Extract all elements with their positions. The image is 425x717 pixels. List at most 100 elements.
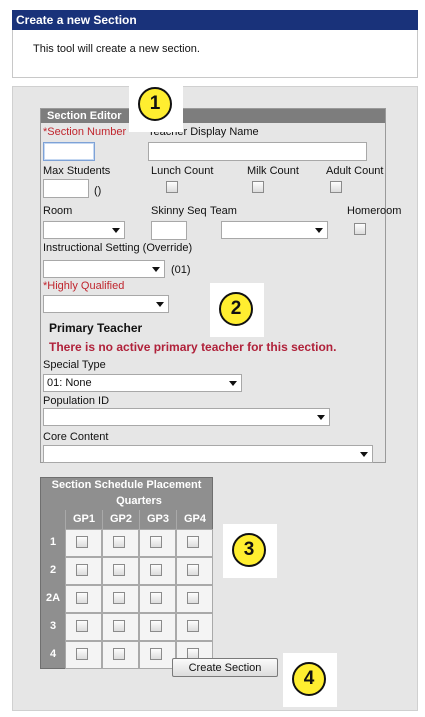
homeroom-checkbox[interactable] [354,223,366,235]
callout-1: 1 [129,78,183,132]
population-id-select[interactable] [43,408,330,426]
chevron-down-icon [152,267,160,272]
adult-count-label: Adult Count [326,165,384,177]
teacher-display-name-input[interactable] [148,142,367,161]
core-content-select[interactable] [43,445,373,463]
chevron-down-icon [112,228,120,233]
max-students-input[interactable] [43,179,89,198]
special-type-select[interactable]: 01: None [43,374,242,392]
lunch-count-checkbox[interactable] [166,181,178,193]
callout-3: 3 [223,524,277,578]
chevron-down-icon [156,302,164,307]
highly-qualified-label: *Highly Qualified [43,280,125,292]
schedule-cell[interactable] [65,613,102,641]
schedule-cell[interactable] [102,613,139,641]
skinny-seq-label: Skinny Seq [151,205,207,217]
schedule-cell[interactable] [65,557,102,585]
term-header-gp4: GP4 [176,510,213,529]
chevron-down-icon [317,415,325,420]
room-select[interactable] [43,221,125,239]
schedule-checkbox[interactable] [187,592,199,604]
team-select[interactable] [221,221,328,239]
schedule-cell[interactable] [176,557,213,585]
team-label: Team [210,205,237,217]
schedule-checkbox[interactable] [187,564,199,576]
period-label-4: 4 [49,648,57,660]
chevron-down-icon [360,452,368,457]
milk-count-label: Milk Count [247,165,299,177]
schedule-cell[interactable] [176,613,213,641]
schedule-checkbox[interactable] [150,620,162,632]
special-type-value: 01: None [47,377,92,389]
homeroom-label: Homeroom [347,205,402,217]
schedule-cell[interactable] [65,529,102,557]
schedule-checkbox[interactable] [76,564,88,576]
schedule-cell[interactable] [139,613,176,641]
schedule-checkbox[interactable] [150,564,162,576]
period-label-2a: 2A [45,592,61,604]
schedule-checkbox[interactable] [76,536,88,548]
chevron-down-icon [315,228,323,233]
schedule-cell[interactable] [139,529,176,557]
schedule-checkbox[interactable] [76,648,88,660]
no-primary-teacher-warning: There is no active primary teacher for t… [49,340,337,354]
skinny-seq-input[interactable] [151,221,187,240]
schedule-cell[interactable] [102,585,139,613]
schedule-checkbox[interactable] [150,592,162,604]
schedule-checkbox[interactable] [113,648,125,660]
section-number-input[interactable] [43,142,95,161]
schedule-cell[interactable] [102,557,139,585]
schedule-cell[interactable] [65,585,102,613]
schedule-checkbox[interactable] [187,536,199,548]
highly-qualified-select[interactable] [43,295,169,313]
page-description: This tool will create a new section. [12,30,418,78]
schedule-cell[interactable] [102,529,139,557]
callout-4: 4 [283,653,337,707]
schedule-checkbox[interactable] [113,536,125,548]
core-content-label: Core Content [43,431,109,443]
schedule-checkbox[interactable] [113,620,125,632]
schedule-placement-title: Section Schedule Placement [51,479,202,491]
instructional-setting-label: Instructional Setting (Override) [43,242,193,254]
term-header-gp1: GP1 [65,510,102,529]
schedule-checkbox[interactable] [113,592,125,604]
max-students-label: Max Students [43,165,111,177]
schedule-cell[interactable] [176,529,213,557]
schedule-cell[interactable] [65,641,102,669]
population-id-label: Population ID [43,395,110,407]
schedule-cell[interactable] [139,641,176,669]
instructional-setting-hint: (01) [171,264,191,276]
instructional-setting-select[interactable] [43,260,165,278]
schedule-cell[interactable] [102,641,139,669]
schedule-checkbox[interactable] [76,620,88,632]
schedule-checkbox[interactable] [150,648,162,660]
schedule-cell[interactable] [139,557,176,585]
schedule-cell[interactable] [176,585,213,613]
adult-count-checkbox[interactable] [330,181,342,193]
special-type-label: Special Type [43,359,106,371]
schedule-checkbox[interactable] [187,620,199,632]
room-label: Room [43,205,73,217]
schedule-checkbox[interactable] [76,592,88,604]
callout-number-1: 1 [138,87,172,121]
primary-teacher-label: Primary Teacher [49,321,143,335]
schedule-checkbox[interactable] [150,536,162,548]
callout-number-3: 3 [232,533,266,567]
schedule-placement-grid: Section Schedule Placement Quarters GP1 … [40,477,213,669]
period-label-3: 3 [49,620,57,632]
schedule-cell[interactable] [139,585,176,613]
term-header-gp2: GP2 [102,510,139,529]
max-students-hint: () [94,185,102,197]
callout-number-2: 2 [219,292,253,326]
period-label-2: 2 [49,564,57,576]
milk-count-checkbox[interactable] [252,181,264,193]
schedule-checkbox[interactable] [113,564,125,576]
page-title: Create a new Section [12,10,418,30]
quarters-label: Quarters [116,495,162,507]
lunch-count-label: Lunch Count [151,165,214,177]
create-section-button[interactable]: Create Section [172,658,278,677]
section-editor-title: Section Editor [41,109,385,123]
callout-number-4: 4 [292,662,326,696]
chevron-down-icon [229,381,237,386]
section-number-label: *Section Number [43,126,127,138]
